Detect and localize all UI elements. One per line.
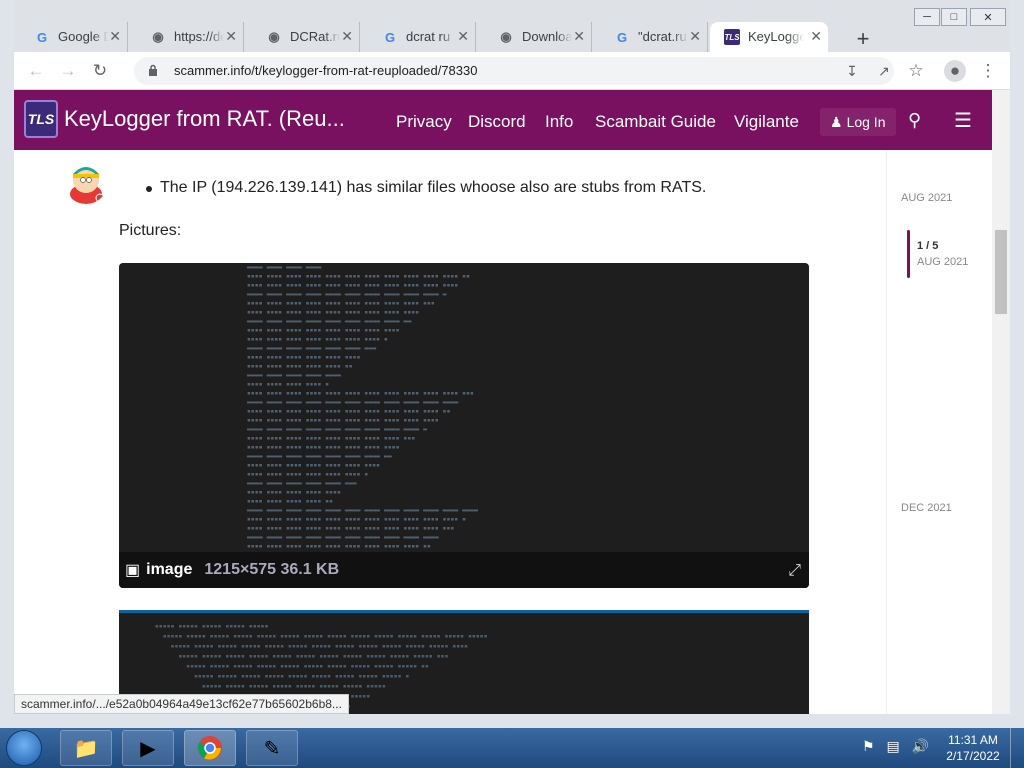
timeline-handle[interactable] bbox=[907, 230, 910, 278]
tab-google-docs[interactable]: G Google D ✕ bbox=[14, 22, 128, 52]
new-tab-button[interactable]: + bbox=[850, 26, 876, 52]
windows-taskbar: 📁 ▶ ✎ ⚑ ▤ 🔊 11:31 AM 2/17/2022 bbox=[0, 728, 1024, 768]
profile-avatar[interactable]: ● bbox=[944, 60, 966, 82]
minimize-button[interactable]: ─ bbox=[914, 8, 940, 26]
browser-window: ─ □ ✕ G Google D ✕ ◉ https://dc ✕ ◉ DCRa… bbox=[0, 0, 1024, 728]
tab-dcrat-search[interactable]: G dcrat ru ✕ bbox=[362, 22, 476, 52]
close-tab-icon[interactable]: ✕ bbox=[341, 28, 353, 45]
file-explorer-icon[interactable]: 📁 bbox=[60, 730, 112, 766]
lock-icon bbox=[149, 64, 157, 76]
code-screenshot-image[interactable]: ▬▬▬▬ ▬▬▬▬ ▬▬▬▬ ▬▬▬▬ ▪▪▪▪ ▪▪▪▪ ▪▪▪▪ ▪▪▪▪ … bbox=[119, 263, 809, 588]
close-tab-icon[interactable]: ✕ bbox=[573, 28, 585, 45]
avatar[interactable] bbox=[64, 160, 108, 204]
system-tray: ⚑ ▤ 🔊 bbox=[862, 738, 929, 755]
nav-discord[interactable]: Discord bbox=[468, 112, 526, 132]
google-icon: G bbox=[384, 29, 396, 45]
tab-label: dcrat ru bbox=[406, 29, 451, 44]
site-logo[interactable]: TLS bbox=[24, 100, 58, 138]
timeline-end-date[interactable]: DEC 2021 bbox=[901, 502, 952, 514]
tab-strip: ─ □ ✕ G Google D ✕ ◉ https://dc ✕ ◉ DCRa… bbox=[14, 0, 1010, 52]
topic-title[interactable]: KeyLogger from RAT. (Reu... bbox=[64, 106, 364, 132]
image-dimensions: 1215×575 36.1 KB bbox=[204, 561, 340, 578]
network-icon[interactable]: ▤ bbox=[886, 738, 899, 754]
start-button[interactable] bbox=[6, 730, 42, 766]
address-bar[interactable]: scammer.info/t/keylogger-from-rat-reuplo… bbox=[134, 57, 894, 85]
close-tab-icon[interactable]: ✕ bbox=[810, 28, 822, 45]
globe-icon: ◉ bbox=[268, 29, 280, 44]
tab-label: DCRat.ru bbox=[290, 29, 340, 44]
site-header: TLS KeyLogger from RAT. (Reu... Privacy … bbox=[14, 90, 992, 150]
google-icon: G bbox=[616, 29, 628, 45]
nav-scambait-guide[interactable]: Scambait Guide bbox=[595, 112, 716, 132]
page-scrollbar[interactable] bbox=[992, 90, 1010, 714]
tab-label: Google D bbox=[58, 29, 108, 44]
login-button[interactable]: ♟ Log In bbox=[820, 108, 896, 136]
cartman-avatar-icon bbox=[64, 160, 108, 204]
chrome-icon[interactable] bbox=[184, 730, 236, 766]
clock-time: 11:31 AM bbox=[948, 733, 998, 747]
search-icon[interactable]: ⚲ bbox=[908, 110, 921, 131]
clock-date: 2/17/2022 bbox=[946, 749, 1000, 763]
image-meta-bar: ▣ image 1215×575 36.1 KB bbox=[119, 552, 809, 588]
media-player-icon[interactable]: ▶ bbox=[122, 730, 174, 766]
nav-vigilante[interactable]: Vigilante bbox=[734, 112, 799, 132]
share-icon[interactable]: ↗ bbox=[872, 60, 896, 82]
tab-label: KeyLogge bbox=[748, 29, 804, 44]
tab-dcrat-quoted[interactable]: G "dcrat.ru" ✕ bbox=[594, 22, 708, 52]
back-button[interactable]: ← bbox=[24, 60, 48, 82]
browser-toolbar: ← → ↻ scammer.info/t/keylogger-from-rat-… bbox=[14, 52, 1010, 90]
taskbar-clock[interactable]: 11:31 AM 2/17/2022 bbox=[946, 732, 1000, 764]
tls-icon: TLS bbox=[724, 29, 740, 45]
post-content: The IP (194.226.139.141) has similar fil… bbox=[14, 150, 886, 714]
hamburger-menu-icon[interactable]: ☰ bbox=[954, 108, 972, 133]
forward-button[interactable]: → bbox=[56, 60, 80, 82]
timeline-start-date[interactable]: AUG 2021 bbox=[901, 192, 952, 204]
expand-icon[interactable]: ⤢ bbox=[788, 562, 801, 580]
close-tab-icon[interactable]: ✕ bbox=[109, 28, 121, 45]
tab-label: "dcrat.ru" bbox=[638, 29, 688, 44]
scrollbar-thumb[interactable] bbox=[995, 230, 1007, 314]
show-desktop-button[interactable] bbox=[1010, 728, 1024, 768]
tab-download[interactable]: ◉ Download ✕ bbox=[478, 22, 592, 52]
action-center-icon[interactable]: ⚑ bbox=[862, 738, 875, 754]
pictures-label: Pictures: bbox=[119, 222, 182, 239]
globe-icon: ◉ bbox=[152, 29, 164, 44]
nav-privacy[interactable]: Privacy bbox=[396, 112, 452, 132]
install-app-icon[interactable]: ↧ bbox=[840, 60, 864, 82]
close-tab-icon[interactable]: ✕ bbox=[225, 28, 237, 45]
tab-label: Download bbox=[522, 29, 572, 44]
maximize-button[interactable]: □ bbox=[941, 8, 967, 26]
url-text: scammer.info/t/keylogger-from-rat-reuplo… bbox=[174, 63, 478, 78]
close-tab-icon[interactable]: ✕ bbox=[457, 28, 469, 45]
timeline-current-date: AUG 2021 bbox=[917, 256, 969, 268]
bookmark-star-icon[interactable]: ☆ bbox=[904, 60, 928, 82]
image-name: image bbox=[146, 561, 193, 578]
close-window-button[interactable]: ✕ bbox=[970, 8, 1006, 26]
reload-button[interactable]: ↻ bbox=[88, 60, 112, 82]
tab-label: https://dc bbox=[174, 29, 224, 44]
chrome-menu-icon[interactable]: ⋮ bbox=[976, 60, 1000, 82]
post-bullet-text: The IP (194.226.139.141) has similar fil… bbox=[145, 179, 707, 196]
user-icon: ♟ bbox=[830, 113, 843, 130]
status-bar: scammer.info/.../e52a0b04964a49e13cf62e7… bbox=[14, 694, 349, 714]
tab-dcrat[interactable]: ◉ DCRat.ru ✕ bbox=[246, 22, 360, 52]
close-tab-icon[interactable]: ✕ bbox=[689, 28, 701, 45]
code-image-content: ▬▬▬▬ ▬▬▬▬ ▬▬▬▬ ▬▬▬▬ ▪▪▪▪ ▪▪▪▪ ▪▪▪▪ ▪▪▪▪ … bbox=[247, 263, 478, 550]
volume-icon[interactable]: 🔊 bbox=[912, 738, 929, 754]
login-label: Log In bbox=[846, 114, 886, 130]
page-viewport: TLS KeyLogger from RAT. (Reu... Privacy … bbox=[14, 90, 1010, 714]
image-icon: ▣ bbox=[125, 562, 141, 579]
tab-dc-url[interactable]: ◉ https://dc ✕ bbox=[130, 22, 244, 52]
globe-icon: ◉ bbox=[500, 29, 512, 44]
nav-info[interactable]: Info bbox=[545, 112, 573, 132]
google-icon: G bbox=[36, 29, 48, 45]
timeline-position: 1 / 5 bbox=[917, 240, 939, 252]
notepad-icon[interactable]: ✎ bbox=[246, 730, 298, 766]
tab-keylogger[interactable]: TLS KeyLogge ✕ bbox=[710, 22, 828, 52]
